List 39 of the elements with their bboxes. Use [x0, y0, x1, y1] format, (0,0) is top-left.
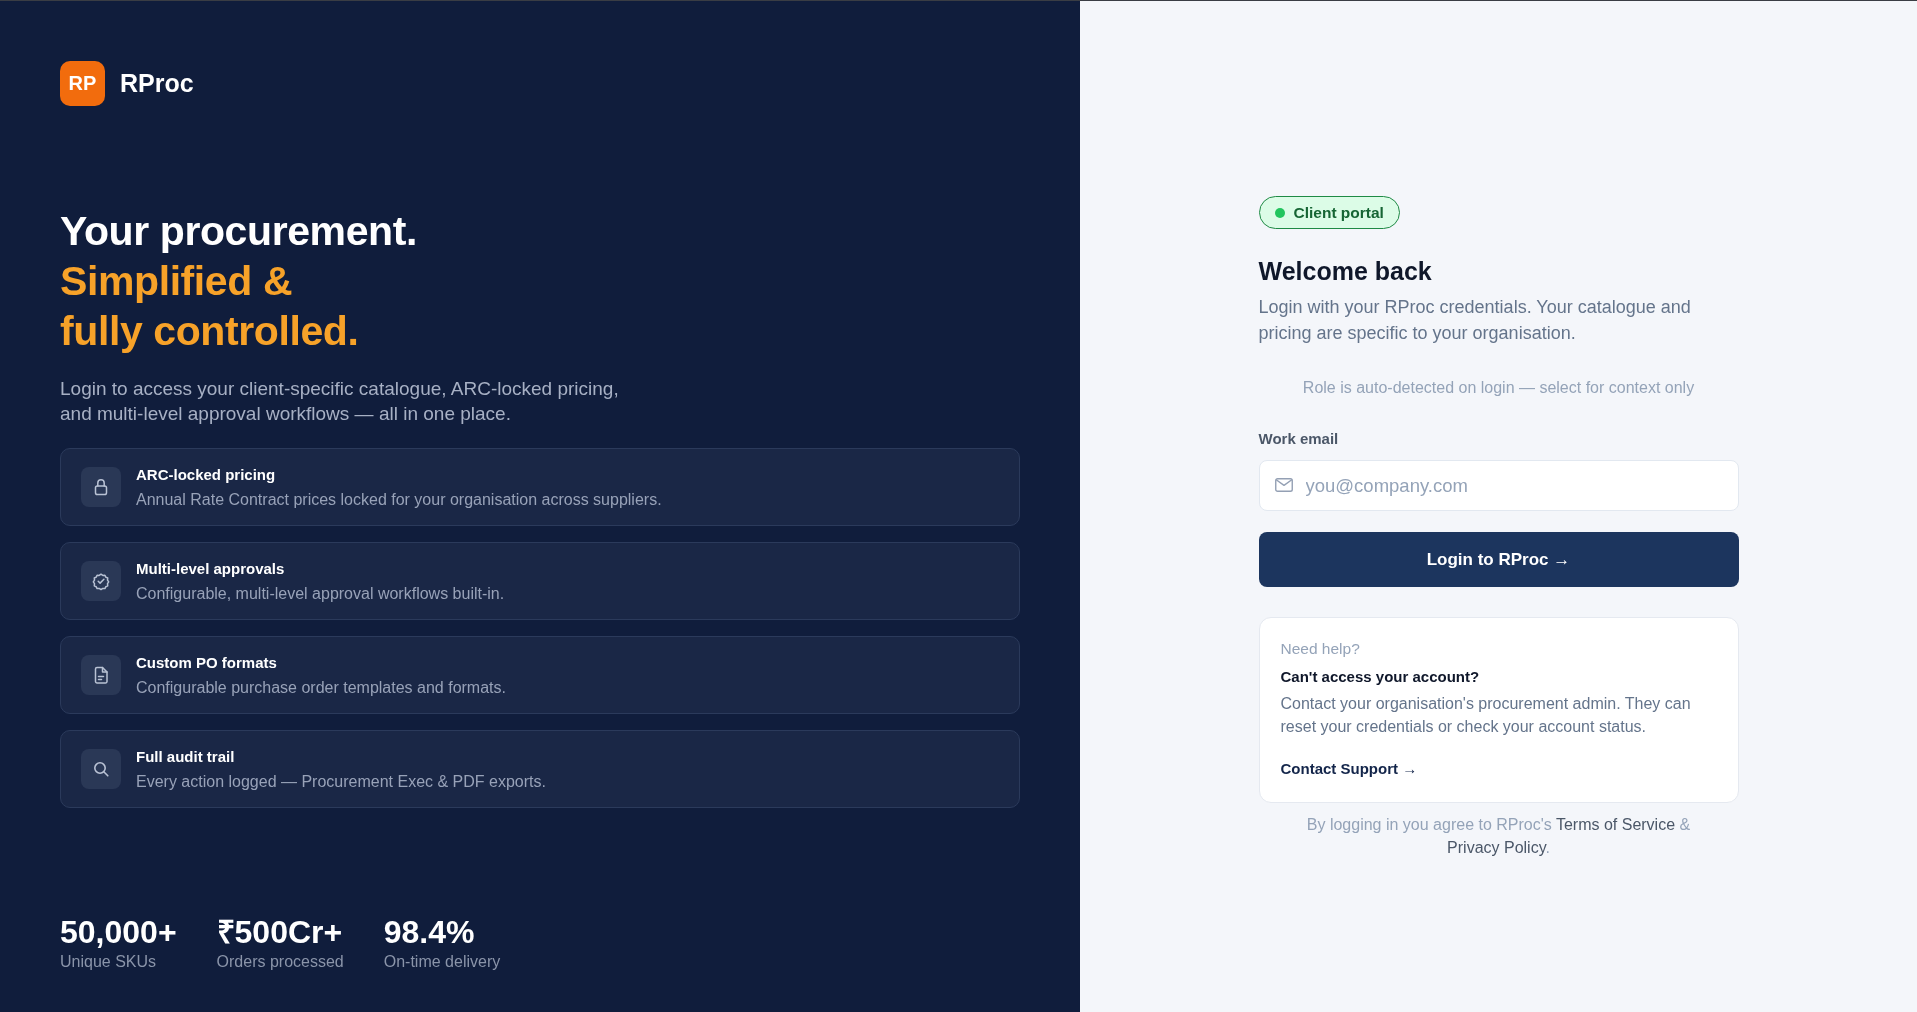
feature-title: ARC-locked pricing	[136, 464, 276, 485]
status-dot-icon	[1274, 207, 1285, 218]
stat-label: Orders processed	[216, 952, 344, 972]
document-icon	[81, 655, 121, 695]
feature-title: Multi-level approvals	[136, 558, 285, 579]
logo-mark: RP	[60, 61, 105, 106]
privacy-link[interactable]: Privacy Policy	[1447, 839, 1546, 856]
stat-value: 50,000+	[60, 914, 177, 950]
feature-title: Custom PO formats	[136, 652, 277, 673]
feature-title: Full audit trail	[136, 746, 235, 767]
hero-headline: Your procurement.	[60, 207, 417, 256]
portal-label: Client portal	[1293, 203, 1384, 222]
stat-value: 98.4%	[383, 914, 475, 950]
stat-value: ₹500Cr+	[216, 914, 343, 950]
welcome-title: Welcome back	[1258, 256, 1432, 287]
mail-icon	[1274, 478, 1293, 492]
login-button[interactable]: Login to RProc →	[1258, 532, 1739, 587]
feature-description: Annual Rate Contract prices locked for your organisation across suppliers.	[136, 489, 662, 510]
hero-highlight: Simplified &	[60, 257, 293, 306]
role-note: Role is auto-detected on login — select for context only	[1302, 378, 1695, 398]
legal-notice: By logging in you agree to RProc's Terms of Service & Privacy Policy.	[1305, 815, 1692, 858]
email-label: Work email	[1258, 429, 1339, 449]
feature-description: Every action logged — Procurement Exec & PDF exports.	[136, 771, 546, 792]
hero-description: Login to access your client-specific catalogue, ARC-locked pricing, and multi-level approval workflows — all in one place.	[60, 377, 620, 426]
login-subtitle: Login with your RProc credentials. Your catalogue and pricing are specific to your organisation.	[1258, 296, 1692, 345]
feature-description: Configurable purchase order templates and formats.	[136, 677, 506, 698]
search-icon	[81, 749, 121, 789]
help-text: Contact your organisation's procurement admin. They can reset your credentials or check your account status.	[1280, 694, 1692, 737]
hero-highlight: fully controlled.	[60, 307, 359, 356]
terms-link[interactable]: Terms of Service	[1555, 816, 1676, 833]
brand-name: RProc	[120, 69, 194, 98]
lock-icon	[81, 467, 121, 507]
stat-label: Unique SKUs	[60, 952, 157, 972]
contact-support-link[interactable]: Contact Support →	[1280, 758, 1418, 780]
help-eyebrow: Need help?	[1280, 639, 1360, 659]
stat-label: On-time delivery	[383, 952, 501, 972]
email-field[interactable]: you@company.com	[1258, 460, 1739, 511]
feature-description: Configurable, multi-level approval workflows built-in.	[136, 583, 505, 604]
help-title: Can't access your account?	[1280, 667, 1480, 687]
